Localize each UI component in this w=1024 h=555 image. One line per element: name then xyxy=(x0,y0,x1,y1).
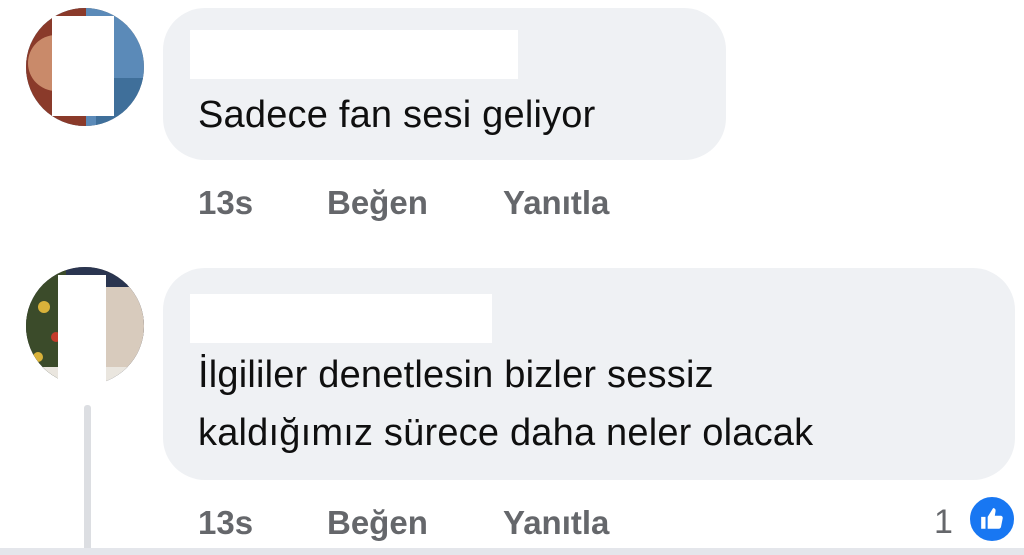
reply-button[interactable]: Yanıtla xyxy=(503,504,609,542)
like-button[interactable]: Beğen xyxy=(327,184,428,222)
reaction-count[interactable]: 1 xyxy=(934,503,953,542)
comment-timestamp[interactable]: 13s xyxy=(198,504,253,542)
like-button[interactable]: Beğen xyxy=(327,504,428,542)
commenter-name-redaction xyxy=(190,30,518,79)
thumbs-up-icon[interactable] xyxy=(967,494,1017,544)
avatar-redaction xyxy=(52,16,114,116)
comment-timestamp[interactable]: 13s xyxy=(198,184,253,222)
comment-text-line-1: İlgililer denetlesin bizler sessiz xyxy=(198,354,714,396)
reply-button[interactable]: Yanıtla xyxy=(503,184,609,222)
avatar-redaction xyxy=(58,275,106,405)
comment-text-line-2: kaldığımız sürece daha neler olacak xyxy=(198,412,814,454)
commenter-name-redaction xyxy=(190,294,492,343)
reply-thread-line xyxy=(84,405,91,555)
comment-text: Sadece fan sesi geliyor xyxy=(198,94,596,136)
bottom-divider xyxy=(0,548,1024,555)
